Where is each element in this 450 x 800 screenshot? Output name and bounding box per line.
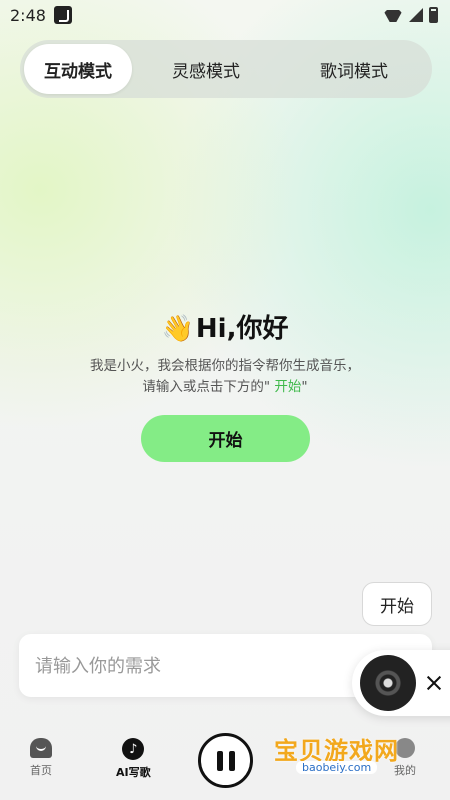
intro-line-1: 我是小火，我会根据你的指令帮你生成音乐， xyxy=(90,358,360,374)
tab-lyrics-mode[interactable]: 歌词模式 xyxy=(280,44,428,94)
music-notification-icon xyxy=(53,6,72,24)
status-bar: 2:48 xyxy=(0,0,450,30)
intro-line-2-prefix: 请输入或点击下方的" xyxy=(142,379,271,395)
nav-ai-write[interactable]: ♪ AI写歌 xyxy=(116,738,151,780)
album-disc-icon[interactable] xyxy=(360,655,416,711)
start-suggestion-chip[interactable]: 开始 xyxy=(362,582,432,626)
pause-icon xyxy=(216,750,223,771)
tab-interactive-mode[interactable]: 互动模式 xyxy=(24,44,132,94)
pause-icon-bar xyxy=(228,750,235,771)
music-note-icon: ♪ xyxy=(122,738,145,760)
home-icon xyxy=(30,738,52,758)
status-time: 2:48 xyxy=(10,5,46,25)
mini-player[interactable] xyxy=(352,650,450,716)
battery-icon xyxy=(429,7,438,23)
nav-home[interactable]: 首页 xyxy=(30,738,52,778)
intro-description: 我是小火，我会根据你的指令帮你生成音乐， 请输入或点击下方的" 开始" xyxy=(0,356,450,398)
request-input[interactable] xyxy=(35,652,355,680)
intro-line-2: 请输入或点击下方的" 开始" xyxy=(0,377,450,398)
mode-tabs: 互动模式 灵感模式 歌词模式 xyxy=(20,40,432,98)
waving-hand-icon: 👋 xyxy=(161,314,194,344)
greeting-text: Hi,你好 xyxy=(195,314,289,344)
wifi-icon xyxy=(383,8,403,22)
intro-line-2-suffix: " xyxy=(301,379,308,395)
nav-ai-write-label: AI写歌 xyxy=(116,766,151,779)
signal-icon xyxy=(409,8,423,22)
status-icons xyxy=(383,7,438,23)
watermark: 宝贝游戏网 baobeiy.com xyxy=(270,725,430,785)
greeting: 👋Hi,你好 xyxy=(0,308,450,345)
pause-button[interactable] xyxy=(198,733,253,788)
start-button[interactable]: 开始 xyxy=(141,415,310,462)
intro-start-highlight: 开始 xyxy=(270,379,302,395)
tab-inspiration-mode[interactable]: 灵感模式 xyxy=(132,44,280,94)
watermark-url: baobeiy.com xyxy=(296,761,378,774)
nav-home-label: 首页 xyxy=(30,764,52,777)
close-icon[interactable] xyxy=(422,671,446,695)
